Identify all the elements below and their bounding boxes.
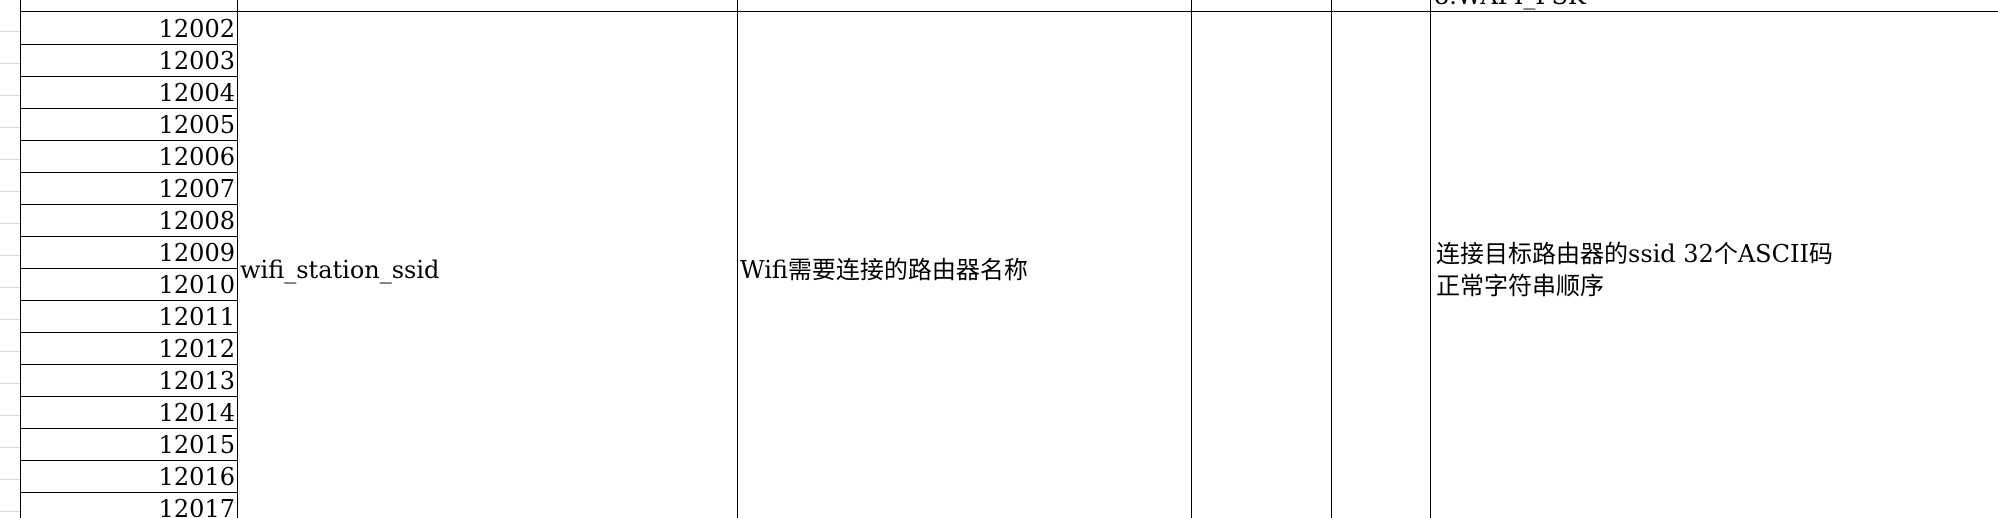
row-cell[interactable]: 12011 [21,300,235,332]
cell-partial-above[interactable]: 8.WAPI_PSK [1434,0,1586,12]
row-cell[interactable]: 12016 [21,460,235,492]
note-line-2[interactable]: 正常字符串顺序 [1436,270,1604,302]
row-cell[interactable]: 12013 [21,364,235,396]
row-cell[interactable]: 12002 [21,12,235,44]
row-cell[interactable]: 12003 [21,44,235,76]
sheet-gutter [0,0,20,518]
row-border [20,11,1998,12]
row-cell[interactable]: 12017 [21,492,235,518]
parameter-description-cell[interactable]: Wifi需要连接的路由器名称 [740,254,1028,286]
row-cell[interactable]: 12006 [21,140,235,172]
row-cell[interactable]: 12014 [21,396,235,428]
row-cell[interactable]: 12015 [21,428,235,460]
row-cell[interactable]: 12004 [21,76,235,108]
row-cell[interactable]: 12009 [21,236,235,268]
note-line-1[interactable]: 连接目标路由器的ssid 32个ASCII码 [1436,238,1833,270]
parameter-name-cell[interactable]: wifi_station_ssid [240,254,439,286]
column-border [1430,0,1431,518]
row-cell[interactable]: 12012 [21,332,235,364]
column-border [737,0,738,518]
column-border [1331,0,1332,518]
row-cell[interactable]: 12010 [21,268,235,300]
row-cell[interactable]: 12007 [21,172,235,204]
row-cell[interactable]: 12005 [21,108,235,140]
row-cell[interactable]: 12008 [21,204,235,236]
column-border [237,0,238,518]
spreadsheet-view: 8.WAPI_PSK 12002 12003 12004 12005 12006… [0,0,1998,518]
column-border [1191,0,1192,518]
